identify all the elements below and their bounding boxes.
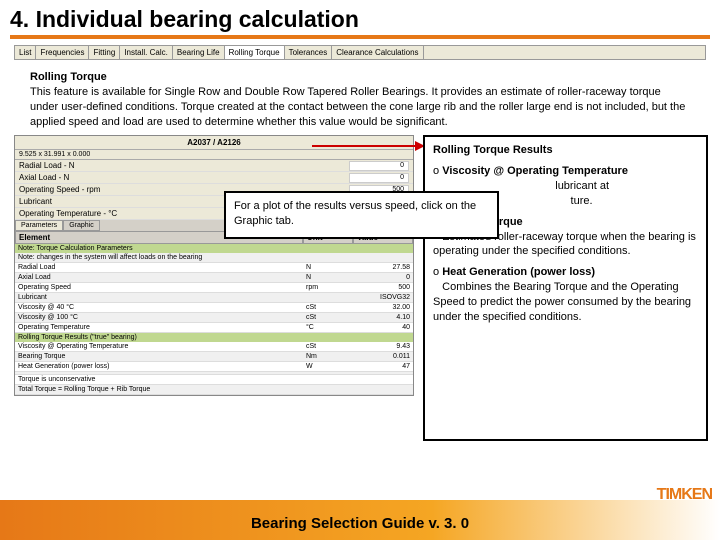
cell-unit xyxy=(303,372,353,374)
cell-value xyxy=(353,372,413,374)
input-value[interactable]: 0 xyxy=(349,161,409,171)
cell-element: Viscosity @ Operating Temperature xyxy=(15,342,303,351)
section-text: Rolling Torque This feature is available… xyxy=(30,70,690,129)
cell-value: 4.10 xyxy=(353,313,413,322)
cell-value: 47 xyxy=(353,362,413,371)
footer-text: Bearing Selection Guide v. 3. 0 xyxy=(0,515,720,532)
callout-graphic-tip: For a plot of the results versus speed, … xyxy=(224,191,499,239)
tab-bearing-life[interactable]: Bearing Life xyxy=(173,46,225,59)
input-label: Radial Load - N xyxy=(19,161,349,170)
tab-rolling-torque[interactable]: Rolling Torque xyxy=(225,46,285,59)
cell-element: Note: changes in the system will affect … xyxy=(15,253,303,262)
tail1: lubricant at xyxy=(555,180,609,192)
cell-element: Viscosity @ 100 °C xyxy=(15,313,303,322)
cell-unit: cSt xyxy=(303,342,353,351)
grid-row: Torque is unconservative xyxy=(15,375,413,385)
cell-unit: cSt xyxy=(303,303,353,312)
cell-unit xyxy=(303,293,353,302)
cell-value xyxy=(353,385,413,394)
panel-sub: 9.525 x 31.991 x 0.000 xyxy=(15,150,413,160)
grid-row: Bearing TorqueNm0.011 xyxy=(15,352,413,362)
cell-unit: N xyxy=(303,263,353,272)
tab-install-calc[interactable]: Install. Calc. xyxy=(120,46,173,59)
cell-element: Torque is unconservative xyxy=(15,375,303,384)
grid-row: Radial LoadN27.58 xyxy=(15,263,413,273)
title-underline xyxy=(10,35,710,39)
cell-value xyxy=(353,253,413,262)
cell-value xyxy=(353,375,413,384)
cell-value: 0 xyxy=(353,273,413,282)
cell-unit: N xyxy=(303,273,353,282)
callout-over-text: For a plot of the results versus speed, … xyxy=(234,200,476,227)
tab-fitting[interactable]: Fitting xyxy=(89,46,120,59)
cell-element: Axial Load xyxy=(15,273,303,282)
cell-value: 9.43 xyxy=(353,342,413,351)
callout-title: Rolling Torque Results xyxy=(433,144,553,156)
cell-element: Radial Load xyxy=(15,263,303,272)
cell-unit: Nm xyxy=(303,352,353,361)
grid-row: Viscosity @ 100 °CcSt4.10 xyxy=(15,313,413,323)
tab-graphic[interactable]: Graphic xyxy=(63,220,100,231)
item-viscosity: Viscosity @ Operating Temperature xyxy=(442,165,628,177)
section-body: This feature is available for Single Row… xyxy=(30,86,685,128)
tab-list[interactable]: List xyxy=(15,46,36,59)
tab-frequencies[interactable]: Frequencies xyxy=(36,46,89,59)
input-row: Radial Load - N0 xyxy=(15,160,413,172)
cell-unit: °C xyxy=(303,323,353,332)
input-row: Axial Load - N0 xyxy=(15,172,413,184)
cell-unit xyxy=(303,375,353,384)
cell-element: Bearing Torque xyxy=(15,352,303,361)
cell-value: 40 xyxy=(353,323,413,332)
cell-element: Lubricant xyxy=(15,293,303,302)
cell-value: 27.58 xyxy=(353,263,413,272)
input-value[interactable]: 0 xyxy=(349,173,409,183)
cell-unit: cSt xyxy=(303,313,353,322)
cell-unit xyxy=(303,385,353,394)
cell-element: Viscosity @ 40 °C xyxy=(15,303,303,312)
cell-value: 500 xyxy=(353,283,413,292)
section-heading: Rolling Torque xyxy=(30,71,107,83)
cell-value: ISOVG32 xyxy=(353,293,413,302)
cell-value: 0.011 xyxy=(353,352,413,361)
results-panel: A2037 / A2126 9.525 x 31.991 x 0.000 Rad… xyxy=(14,135,414,396)
item-heat-gen-body: Combines the Bearing Torque and the Oper… xyxy=(433,281,691,323)
cell-element: Operating Temperature xyxy=(15,323,303,332)
cell-unit: W xyxy=(303,362,353,371)
arrow-icon xyxy=(312,145,424,147)
grid-section: Note: Torque Calculation Parameters xyxy=(15,244,413,253)
tail2: ture. xyxy=(571,195,593,207)
panel-header: A2037 / A2126 xyxy=(15,136,413,150)
grid-row: Axial LoadN0 xyxy=(15,273,413,283)
grid-row: Note: changes in the system will affect … xyxy=(15,253,413,263)
cell-value: 32.00 xyxy=(353,303,413,312)
item-heat-gen: Heat Generation (power loss) xyxy=(442,266,595,278)
input-label: Axial Load - N xyxy=(19,173,349,182)
cell-unit: rpm xyxy=(303,283,353,292)
grid-row: Viscosity @ Operating TemperaturecSt9.43 xyxy=(15,342,413,352)
tab-tolerances[interactable]: Tolerances xyxy=(285,46,333,59)
grid-section: Rolling Torque Results ("true" bearing) xyxy=(15,333,413,342)
tab-parameters[interactable]: Parameters xyxy=(15,220,63,231)
grid-row: Total Torque = Rolling Torque + Rib Torq… xyxy=(15,385,413,395)
cell-element: Operating Speed xyxy=(15,283,303,292)
tab-clearance[interactable]: Clearance Calculations xyxy=(332,46,423,59)
slide-title: 4. Individual bearing calculation xyxy=(0,0,720,35)
grid-row: Operating Speedrpm500 xyxy=(15,283,413,293)
grid-row: Viscosity @ 40 °CcSt32.00 xyxy=(15,303,413,313)
cell-element: Total Torque = Rolling Torque + Rib Torq… xyxy=(15,385,303,394)
callout-results: Rolling Torque Results o Viscosity @ Ope… xyxy=(423,135,708,441)
grid-row: Operating Temperature°C40 xyxy=(15,323,413,333)
cell-element: Heat Generation (power loss) xyxy=(15,362,303,371)
cell-unit xyxy=(303,253,353,262)
grid-row: Heat Generation (power loss)W47 xyxy=(15,362,413,372)
cell-element xyxy=(15,372,303,374)
app-tabs: List Frequencies Fitting Install. Calc. … xyxy=(14,45,706,60)
grid-row: Lubricant ISOVG32 xyxy=(15,293,413,303)
